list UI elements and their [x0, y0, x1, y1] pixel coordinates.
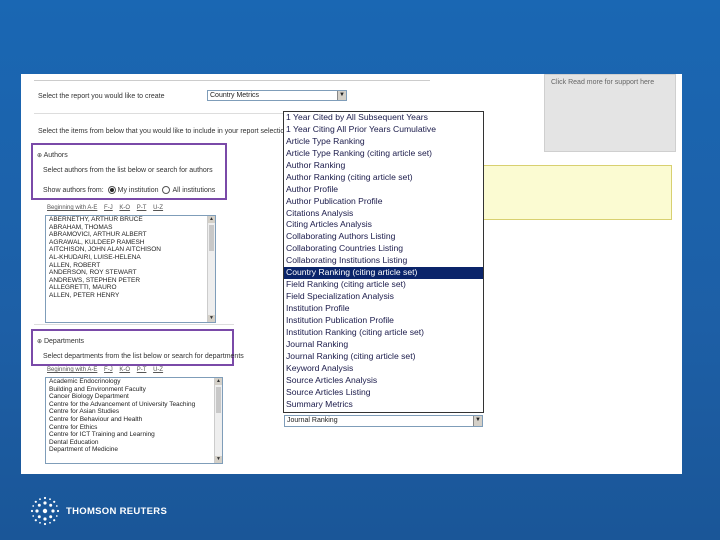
author-list-item[interactable]: ANDREWS, STEPHEN PETER [46, 277, 215, 285]
info-note: Click Read more for support here [551, 79, 655, 86]
author-list-item[interactable]: ANDERSON, ROY STEWART [46, 269, 215, 277]
chevron-down-icon[interactable]: ▼ [473, 416, 482, 426]
alpha-link[interactable]: U-Z [153, 367, 163, 373]
scroll-down-icon[interactable]: ▼ [215, 456, 222, 463]
dropdown-option[interactable]: Field Ranking (citing article set) [284, 279, 483, 291]
report-type-select[interactable]: Journal Ranking ▼ [284, 415, 483, 427]
departments-alpha-nav[interactable]: Beginning with A-E F-J K-O P-T U-Z [47, 367, 168, 373]
alpha-link[interactable]: K-O [119, 367, 130, 373]
alpha-link[interactable]: K-O [119, 205, 130, 211]
department-list-item[interactable]: Academic Endocrinology [46, 378, 222, 386]
departments-label: ⊕ Departments [37, 338, 85, 345]
chevron-down-icon[interactable]: ▼ [337, 91, 346, 100]
department-list-item[interactable]: Centre for Behaviour and Health [46, 416, 222, 424]
divider [34, 80, 430, 81]
author-list-item[interactable]: AL-KHUDAIRI, LUISE-HELENA [46, 254, 215, 262]
dropdown-option[interactable]: Author Publication Profile [284, 196, 483, 208]
alpha-link[interactable]: P-T [137, 205, 147, 211]
alpha-link[interactable]: P-T [137, 367, 147, 373]
alpha-link[interactable]: Beginning with A-E [47, 205, 97, 211]
alpha-link[interactable]: F-J [104, 367, 113, 373]
departments-scrollbar[interactable]: ▲ ▼ [214, 378, 222, 463]
dropdown-option[interactable]: Author Ranking (citing article set) [284, 172, 483, 184]
authors-instruction: Select authors from the list below or se… [43, 167, 213, 174]
dropdown-option[interactable]: Source Articles Listing [284, 387, 483, 399]
dropdown-option[interactable]: 1 Year Cited by All Subsequent Years [284, 112, 483, 124]
dropdown-option[interactable]: Author Profile [284, 184, 483, 196]
department-list-item[interactable]: Centre for ICT Training and Learning [46, 431, 222, 439]
department-list-item[interactable]: Cancer Biology Department [46, 393, 222, 401]
brand-name: THOMSON REUTERS [66, 506, 168, 517]
dropdown-option[interactable]: Citations Analysis [284, 208, 483, 220]
alpha-link[interactable]: U-Z [153, 205, 163, 211]
dropdown-option[interactable]: Institution Ranking (citing article set) [284, 327, 483, 339]
departments-instruction: Select departments from the list below o… [43, 353, 244, 360]
author-list-item[interactable]: ALLEN, ROBERT [46, 262, 215, 270]
dropdown-option[interactable]: Article Type Ranking (citing article set… [284, 148, 483, 160]
scroll-down-icon[interactable]: ▼ [208, 315, 215, 322]
alpha-link[interactable]: F-J [104, 205, 113, 211]
authors-scrollbar[interactable]: ▲ ▼ [207, 216, 215, 322]
authors-listbox[interactable]: ABERNETHY, ARTHUR BRUCE ABRAHAM, THOMAS AB… [45, 215, 216, 323]
author-list-item[interactable]: AGRAWAL, KULDEEP RAMESH [46, 239, 215, 247]
items-prompt: Select the items from below that you wou… [38, 128, 289, 135]
radio-all-institutions[interactable] [162, 186, 171, 194]
department-list-item[interactable]: Centre for Ethics [46, 424, 222, 432]
author-list-item[interactable]: ABRAMOVICI, ARTHUR ALBERT [46, 231, 215, 239]
dropdown-option[interactable]: Journal Ranking (citing article set) [284, 351, 483, 363]
dropdown-option[interactable]: Collaborating Institutions Listing [284, 255, 483, 267]
department-list-item[interactable]: Building and Environment Faculty [46, 386, 222, 394]
dropdown-option[interactable]: Institution Publication Profile [284, 315, 483, 327]
report-type-dropdown[interactable]: 1 Year Cited by All Subsequent Years 1 Ye… [283, 111, 484, 413]
dropdown-option[interactable]: Keyword Analysis [284, 363, 483, 375]
divider [34, 324, 234, 325]
dropdown-option[interactable]: Author Ranking [284, 160, 483, 172]
report-builder-panel: Click Read more for support here Select … [21, 74, 682, 474]
author-list-item[interactable]: AITCHISON, JOHN ALAN AITCHISON [46, 246, 215, 254]
author-list-item[interactable]: ALLEGRETTI, MAURO [46, 284, 215, 292]
dropdown-option[interactable]: Country Ranking (citing article set) [284, 267, 483, 280]
dropdown-option[interactable]: Summary Metrics [284, 399, 483, 411]
dropdown-option[interactable]: Institution Profile [284, 303, 483, 315]
radio-my-institution[interactable] [107, 186, 116, 194]
departments-listbox[interactable]: Academic Endocrinology Building and Envir… [45, 377, 223, 464]
department-list-item[interactable]: Centre for Asian Studies [46, 408, 222, 416]
author-list-item[interactable]: ABRAHAM, THOMAS [46, 224, 215, 232]
divider [34, 113, 284, 114]
authors-label: ⊕ Authors [37, 152, 68, 159]
alpha-link[interactable]: Beginning with A-E [47, 367, 97, 373]
report-select[interactable]: Country Metrics ▼ [207, 90, 347, 101]
dropdown-option[interactable]: 1 Year Citing All Prior Years Cumulative [284, 124, 483, 136]
dropdown-option[interactable]: Journal Ranking [284, 339, 483, 351]
dropdown-option[interactable]: Source Articles Analysis [284, 375, 483, 387]
scroll-up-icon[interactable]: ▲ [215, 378, 222, 385]
authors-show-row: Show authors from: My institution All in… [43, 186, 216, 194]
scroll-up-icon[interactable]: ▲ [208, 216, 215, 223]
department-list-item[interactable]: Dental Education [46, 439, 222, 447]
dropdown-option[interactable]: Collaborating Countries Listing [284, 243, 483, 255]
info-panel: Click Read more for support here [544, 74, 676, 152]
thomson-reuters-logo-icon [30, 496, 60, 526]
report-prompt: Select the report you would like to crea… [38, 93, 165, 100]
authors-alpha-nav[interactable]: Beginning with A-E F-J K-O P-T U-Z [47, 205, 168, 211]
dropdown-option[interactable]: Collaborating Authors Listing [284, 231, 483, 243]
dropdown-option[interactable]: Citing Articles Analysis [284, 219, 483, 231]
author-list-item[interactable]: ABERNETHY, ARTHUR BRUCE [46, 216, 215, 224]
dropdown-option[interactable]: Article Type Ranking [284, 136, 483, 148]
author-list-item[interactable]: ALLEN, PETER HENRY [46, 292, 215, 300]
department-list-item[interactable]: Centre for the Advancement of University… [46, 401, 222, 409]
dropdown-option[interactable]: Field Specialization Analysis [284, 291, 483, 303]
department-list-item[interactable]: Department of Medicine [46, 446, 222, 454]
